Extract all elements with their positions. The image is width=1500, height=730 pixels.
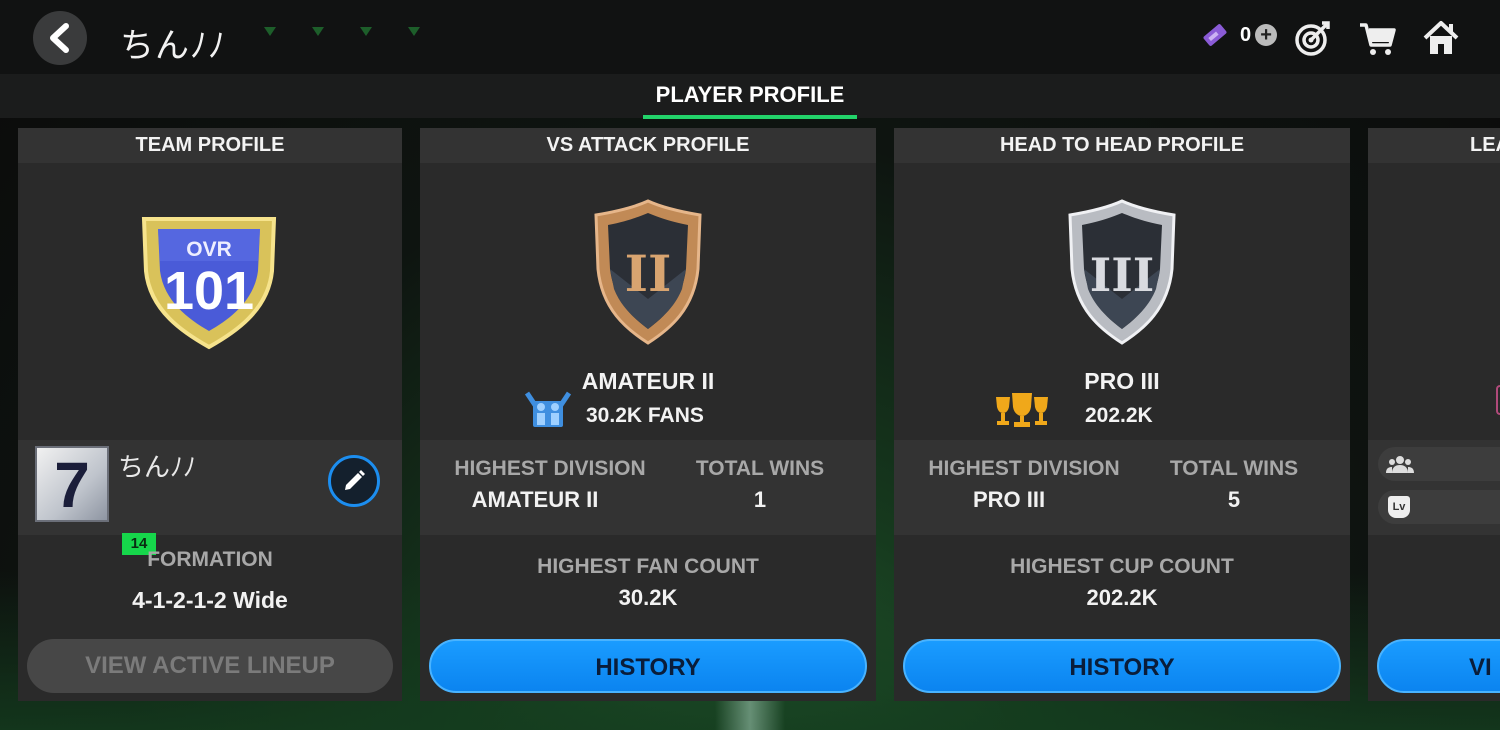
fans-icon	[525, 391, 571, 427]
members-pill: 1	[1378, 447, 1500, 481]
card-title: LEA	[1368, 128, 1500, 163]
trophy-icon	[996, 393, 1048, 427]
view-active-lineup-button[interactable]: VIEW ACTIVE LINEUP	[27, 639, 393, 693]
rank-numeral: II	[625, 244, 672, 303]
rank-name: AMATEUR II	[581, 368, 715, 394]
league-profile-card: LEA 1 Lv VI	[1368, 128, 1500, 701]
currency-display: 0 +	[1200, 20, 1278, 50]
highest-division-stat: HIGHEST DIVISION PRO III	[928, 457, 1120, 512]
ovr-badge: OVR 101	[141, 217, 277, 350]
rank-name: PRO III	[1084, 368, 1160, 394]
level-pill: Lv	[1378, 490, 1500, 524]
history-button[interactable]: HISTORY	[429, 639, 867, 693]
fans-count: 30.2K FANS	[586, 404, 704, 427]
formation-label: FORMATION	[147, 548, 273, 571]
highest-cup-count-stat: HIGHEST CUP COUNT 202.2K	[1010, 555, 1234, 610]
cart-icon[interactable]	[1357, 18, 1397, 58]
head-to-head-profile-card: HEAD TO HEAD PROFILE III PRO III 202.2K …	[894, 128, 1350, 701]
top-bar: ちんﾉﾉ 0 +	[0, 0, 1500, 74]
decor-triangle	[264, 27, 276, 36]
highest-division-stat: HIGHEST DIVISION AMATEUR II	[454, 457, 646, 512]
league-crest	[1496, 385, 1500, 415]
group-icon	[1386, 456, 1414, 473]
home-icon[interactable]	[1421, 18, 1461, 58]
decor-triangle	[408, 27, 420, 36]
ticket-icon	[1203, 24, 1227, 46]
back-button[interactable]	[33, 11, 87, 65]
plus-icon[interactable]: +	[1255, 24, 1278, 46]
back-icon	[50, 23, 69, 53]
pro-rank-badge: III	[1068, 199, 1176, 345]
level-icon: Lv	[1388, 496, 1410, 518]
total-wins-stat: TOTAL WINS 1	[695, 457, 825, 512]
rank-numeral: III	[1090, 248, 1155, 302]
tab-underline	[643, 115, 857, 119]
card-title: TEAM PROFILE	[18, 128, 402, 163]
player-name: ちんﾉﾉ	[120, 26, 226, 66]
currency-count: 0	[1240, 23, 1252, 46]
ovr-value: 101	[164, 261, 254, 321]
team-profile-card: TEAM PROFILE OVR 101 7 ちんﾉﾉ 14 FORMATION…	[18, 128, 402, 701]
edit-name-button[interactable]	[328, 455, 380, 507]
total-wins-stat: TOTAL WINS 5	[1169, 457, 1299, 512]
league-view-button[interactable]: VI	[1377, 639, 1500, 693]
card-title: HEAD TO HEAD PROFILE	[894, 128, 1350, 163]
kit-number: 7	[35, 446, 109, 522]
formation-value: 4-1-2-1-2 Wide	[132, 587, 288, 613]
amateur-rank-badge: II	[594, 199, 702, 345]
card-title: VS ATTACK PROFILE	[420, 128, 876, 163]
cups-count: 202.2K	[1085, 404, 1153, 427]
tab-player-profile[interactable]: PLAYER PROFILE	[643, 82, 857, 108]
ovr-label: OVR	[186, 238, 232, 261]
decor-triangle	[312, 27, 324, 36]
highest-fan-count-stat: HIGHEST FAN COUNT 30.2K	[537, 555, 759, 610]
target-icon[interactable]	[1293, 18, 1333, 58]
history-button[interactable]: HISTORY	[903, 639, 1341, 693]
pencil-icon	[345, 470, 365, 490]
vs-attack-profile-card: VS ATTACK PROFILE II AMATEUR II 30.2K FA…	[420, 128, 876, 701]
pitch-line	[715, 700, 785, 730]
tab-bar: PLAYER PROFILE	[0, 74, 1500, 119]
decor-triangle	[360, 27, 372, 36]
card-player-name: ちんﾉﾉ	[118, 453, 197, 483]
